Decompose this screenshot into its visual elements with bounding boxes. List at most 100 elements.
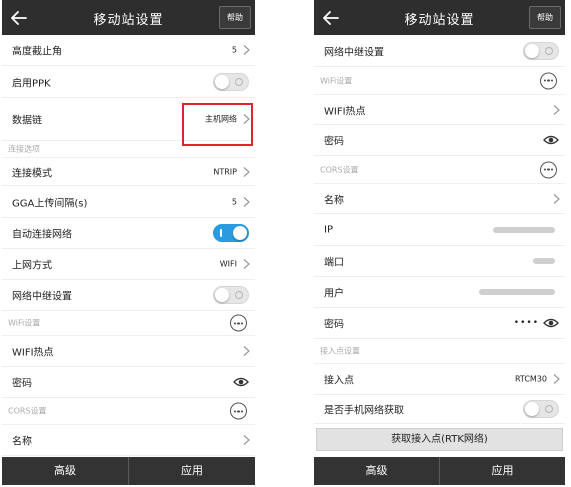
- help-button[interactable]: 帮助: [219, 6, 251, 29]
- internet-method-label: 上网方式: [12, 260, 52, 272]
- wifi-hotspot-label: WIFI热点: [324, 106, 366, 117]
- help-button[interactable]: 帮助: [529, 6, 561, 29]
- toggle-on-mark: [220, 229, 222, 237]
- page-title: 移动站设置: [404, 13, 475, 28]
- auto-connect-toggle[interactable]: [213, 224, 249, 242]
- connect-mode-value: NTRIP: [213, 167, 237, 176]
- password-masked-value: ••••: [513, 318, 539, 328]
- cors-user-label: 用户: [324, 288, 344, 300]
- internet-method-row[interactable]: 上网方式 WIFI: [2, 249, 255, 280]
- mountpoint-label: 接入点: [324, 375, 354, 387]
- chevron-right-icon: [243, 166, 250, 177]
- bottom-action-bar: 高级 应用: [2, 457, 255, 485]
- connect-mode-row[interactable]: 连接模式 NTRIP: [2, 158, 255, 186]
- app-bar: 移动站设置 帮助: [2, 0, 255, 35]
- network-relay-label: 网络中继设置: [324, 47, 384, 58]
- eye-icon[interactable]: [233, 377, 249, 388]
- cors-name-label: 名称: [12, 436, 32, 448]
- toggle-knob: [215, 288, 229, 302]
- apply-button[interactable]: 应用: [440, 457, 565, 485]
- cors-name-row[interactable]: 名称: [2, 425, 255, 456]
- network-relay-toggle[interactable]: [213, 286, 249, 304]
- chevron-right-icon: [243, 196, 250, 207]
- page-title: 移动站设置: [93, 13, 164, 28]
- get-from-phone-label: 是否手机网络获取: [324, 405, 404, 417]
- elevation-mask-value: 5: [231, 45, 237, 55]
- toggle-off-mark: [545, 405, 553, 413]
- connection-section-label: 连接选项: [8, 144, 40, 154]
- enable-ppk-label: 启用PPK: [12, 78, 51, 89]
- network-relay-toggle[interactable]: [523, 41, 559, 60]
- more-options-icon[interactable]: [540, 161, 557, 178]
- toggle-knob: [215, 74, 229, 89]
- wifi-hotspot-row[interactable]: WIFI热点: [314, 95, 565, 125]
- get-from-phone-toggle[interactable]: [523, 400, 559, 418]
- chevron-right-icon: [243, 45, 250, 55]
- network-relay-label: 网络中继设置: [12, 291, 72, 303]
- chevron-right-icon: [243, 435, 250, 445]
- network-relay-row: 网络中继设置: [2, 280, 255, 311]
- mountpoint-value: RTCM30: [514, 374, 547, 384]
- wifi-section-label: WiFi设置: [8, 318, 41, 328]
- bottom-action-bar: 高级 应用: [314, 457, 565, 485]
- toggle-knob: [525, 402, 539, 416]
- cors-ip-row[interactable]: IP: [314, 214, 565, 246]
- wifi-password-label: 密码: [324, 136, 344, 148]
- left-screen: 移动站设置 帮助 高度截止角 5 启用PPK 数据链 主机网络 连接选项 连接模…: [2, 0, 255, 485]
- cors-section-label: CORS设置: [8, 406, 47, 416]
- wifi-section-header: WiFi设置: [314, 67, 565, 95]
- cors-port-row[interactable]: 端口: [314, 246, 565, 277]
- cors-name-row[interactable]: 名称: [314, 184, 565, 214]
- wifi-password-row: 密码: [2, 367, 255, 398]
- enable-ppk-toggle[interactable]: [213, 72, 249, 91]
- cors-port-label: 端口: [324, 257, 344, 269]
- cors-section-header: CORS设置: [2, 398, 255, 425]
- toggle-off-mark: [235, 77, 243, 86]
- chevron-right-icon: [243, 346, 250, 356]
- chevron-right-icon: [553, 104, 560, 115]
- more-options-icon[interactable]: [540, 72, 557, 89]
- chevron-right-icon: [243, 259, 250, 269]
- wifi-section-label: WiFi设置: [320, 76, 353, 85]
- gga-interval-row[interactable]: GGA上传间隔(s) 5: [2, 186, 255, 218]
- app-bar: 移动站设置 帮助: [314, 0, 565, 35]
- cors-user-row[interactable]: 用户: [314, 277, 565, 308]
- ip-value-redacted: [493, 226, 555, 233]
- advanced-button[interactable]: 高级: [2, 457, 128, 485]
- wifi-section-header: WiFi设置: [2, 311, 255, 336]
- mountpoint-row[interactable]: 接入点 RTCM30: [314, 364, 565, 395]
- gga-interval-label: GGA上传间隔(s): [12, 198, 88, 209]
- elevation-mask-label: 高度截止角: [12, 46, 62, 58]
- mountpoint-section-header: 接入点设置: [314, 339, 565, 364]
- get-mountpoint-button[interactable]: 获取接入点(RTK网络): [316, 428, 563, 451]
- auto-connect-row: 自动连接网络: [2, 218, 255, 249]
- cors-section-header: CORS设置: [314, 156, 565, 184]
- toggle-off-mark: [235, 291, 243, 299]
- more-options-icon[interactable]: [230, 314, 247, 332]
- mountpoint-section-label: 接入点设置: [320, 346, 360, 356]
- toggle-knob: [233, 226, 247, 240]
- network-relay-row: 网络中继设置: [314, 35, 565, 67]
- cors-password-row[interactable]: 密码 ••••: [314, 308, 565, 339]
- advanced-button[interactable]: 高级: [314, 457, 439, 485]
- wifi-password-label: 密码: [12, 378, 32, 390]
- get-from-phone-row: 是否手机网络获取: [314, 395, 565, 424]
- chevron-right-icon: [553, 374, 560, 384]
- port-value-redacted: [533, 258, 555, 264]
- right-screen: 移动站设置 帮助 网络中继设置 WiFi设置 WIFI热点 密码 CORS设置 …: [314, 0, 565, 485]
- wifi-password-row: 密码: [314, 125, 565, 156]
- cors-section-label: CORS设置: [320, 165, 359, 174]
- gga-interval-value: 5: [231, 197, 237, 206]
- user-value-redacted: [479, 289, 555, 295]
- apply-button[interactable]: 应用: [129, 457, 255, 485]
- internet-method-value: WIFI: [219, 259, 237, 269]
- toggle-knob: [525, 43, 539, 58]
- eye-icon[interactable]: [543, 318, 559, 329]
- more-options-icon[interactable]: [230, 402, 247, 420]
- wifi-hotspot-label: WIFI热点: [12, 347, 54, 359]
- elevation-mask-row[interactable]: 高度截止角 5: [2, 35, 255, 66]
- eye-icon[interactable]: [543, 135, 559, 146]
- datalink-label: 数据链: [12, 115, 42, 127]
- auto-connect-label: 自动连接网络: [12, 229, 72, 241]
- wifi-hotspot-row[interactable]: WIFI热点: [2, 336, 255, 367]
